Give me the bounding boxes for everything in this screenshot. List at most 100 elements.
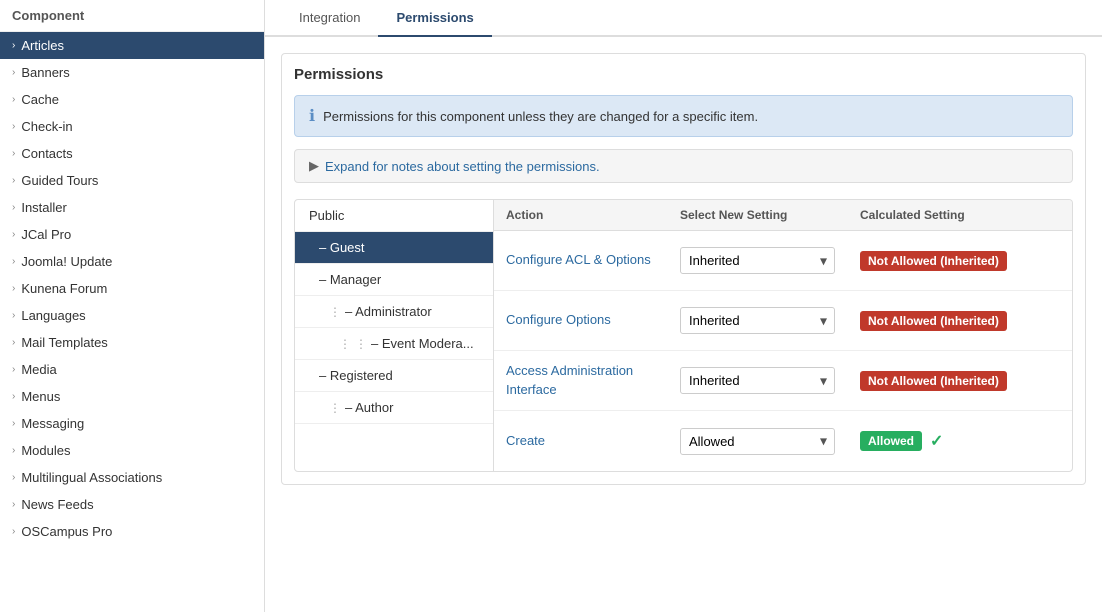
perm-select-cell: Inherited Allowed Denied bbox=[680, 367, 860, 394]
group-item-guest[interactable]: – Guest bbox=[295, 232, 493, 264]
group-item-manager[interactable]: – Manager bbox=[295, 264, 493, 296]
tab-permissions[interactable]: Permissions bbox=[378, 0, 491, 37]
group-item-registered[interactable]: – Registered bbox=[295, 360, 493, 392]
perm-calculated-cell: Not Allowed (Inherited) bbox=[860, 251, 1060, 271]
sidebar-item-label: Installer bbox=[21, 200, 67, 215]
group-label: – Manager bbox=[319, 272, 381, 287]
sidebar-item-articles[interactable]: ›Articles bbox=[0, 32, 264, 59]
chevron-icon: › bbox=[12, 391, 15, 402]
chevron-icon: › bbox=[12, 40, 15, 51]
sidebar-item-oscampus-pro[interactable]: ›OSCampus Pro bbox=[0, 518, 264, 545]
sidebar-item-modules[interactable]: › Modules bbox=[0, 437, 264, 464]
chevron-icon: › bbox=[12, 526, 15, 537]
perm-table-header: Action Select New Setting Calculated Set… bbox=[494, 200, 1072, 231]
chevron-icon: › bbox=[12, 283, 15, 294]
sidebar-item-label: Banners bbox=[21, 65, 69, 80]
chevron-icon: › bbox=[12, 256, 15, 267]
info-icon: ℹ bbox=[309, 106, 315, 126]
perm-action-label: Create bbox=[506, 432, 680, 450]
sidebar-item-label: Contacts bbox=[21, 146, 72, 161]
sidebar-item-guided-tours[interactable]: ›Guided Tours bbox=[0, 167, 264, 194]
expand-text: Expand for notes about setting the permi… bbox=[325, 159, 600, 174]
sidebar-item-label: Languages bbox=[21, 308, 85, 323]
perm-row-configure-options: Configure Options Inherited Allowed Deni… bbox=[494, 291, 1072, 351]
sidebar-item-checkin[interactable]: ›Check-in bbox=[0, 113, 264, 140]
group-label: – Guest bbox=[319, 240, 365, 255]
group-item-administrator[interactable]: ⋮ – Administrator bbox=[295, 296, 493, 328]
perm-calculated-cell: Not Allowed (Inherited) bbox=[860, 311, 1060, 331]
perm-row-create: Create Inherited Allowed Denied Allowed … bbox=[494, 411, 1072, 471]
perm-row-configure-acl: Configure ACL & Options Inherited Allowe… bbox=[494, 231, 1072, 291]
perm-action-label: Configure Options bbox=[506, 311, 680, 329]
sidebar-item-languages[interactable]: › Languages bbox=[0, 302, 264, 329]
chevron-icon: › bbox=[12, 364, 15, 375]
sidebar-item-mail-templates[interactable]: ›Mail Templates bbox=[0, 329, 264, 356]
sidebar-item-label: Menus bbox=[21, 389, 60, 404]
perm-setting-select[interactable]: Inherited Allowed Denied bbox=[680, 428, 835, 455]
perm-select-cell: Inherited Allowed Denied bbox=[680, 428, 860, 455]
group-label: – Administrator bbox=[345, 304, 432, 319]
perm-select-cell: Inherited Allowed Denied bbox=[680, 307, 860, 334]
sidebar-item-menus[interactable]: › Menus bbox=[0, 383, 264, 410]
group-item-public[interactable]: Public bbox=[295, 200, 493, 232]
chevron-icon: › bbox=[12, 148, 15, 159]
permissions-table: Action Select New Setting Calculated Set… bbox=[494, 199, 1073, 472]
permissions-box: Permissions ℹ Permissions for this compo… bbox=[281, 53, 1086, 485]
perm-dropdown-wrapper: Inherited Allowed Denied bbox=[680, 247, 835, 274]
chevron-icon: › bbox=[12, 445, 15, 456]
content-area: Permissions ℹ Permissions for this compo… bbox=[265, 37, 1102, 612]
calculated-badge: Not Allowed (Inherited) bbox=[860, 311, 1007, 331]
perm-select-cell: Inherited Allowed Denied bbox=[680, 247, 860, 274]
expand-bar[interactable]: ▶ Expand for notes about setting the per… bbox=[294, 149, 1073, 183]
chevron-icon: › bbox=[12, 337, 15, 348]
sidebar-item-media[interactable]: › Media bbox=[0, 356, 264, 383]
chevron-icon: › bbox=[12, 310, 15, 321]
perm-setting-select[interactable]: Inherited Allowed Denied bbox=[680, 367, 835, 394]
chevron-icon: › bbox=[12, 202, 15, 213]
drag-handle-icon: ⋮ bbox=[329, 305, 341, 319]
perm-action-label: Configure ACL & Options bbox=[506, 251, 680, 269]
group-list: Public– Guest– Manager⋮– Administrator⋮⋮… bbox=[294, 199, 494, 472]
sidebar-item-label: Modules bbox=[21, 443, 70, 458]
sidebar-item-multilingual-associations[interactable]: ›Multilingual Associations bbox=[0, 464, 264, 491]
group-item-event-moderator[interactable]: ⋮⋮– Event Modera... bbox=[295, 328, 493, 360]
sidebar-header: Component bbox=[0, 0, 264, 32]
sidebar-item-news-feeds[interactable]: ›News Feeds bbox=[0, 491, 264, 518]
calculated-badge: Not Allowed (Inherited) bbox=[860, 371, 1007, 391]
sidebar-item-messaging[interactable]: ›Messaging bbox=[0, 410, 264, 437]
perm-dropdown-wrapper: Inherited Allowed Denied bbox=[680, 307, 835, 334]
chevron-icon: › bbox=[12, 94, 15, 105]
sidebar-item-label: Multilingual Associations bbox=[21, 470, 162, 485]
group-label: Public bbox=[309, 208, 344, 223]
sidebar-item-installer[interactable]: › Installer bbox=[0, 194, 264, 221]
calculated-badge: Allowed bbox=[860, 431, 922, 451]
chevron-icon: › bbox=[12, 67, 15, 78]
sidebar-item-label: Kunena Forum bbox=[21, 281, 107, 296]
sidebar-item-kunena-forum[interactable]: › Kunena Forum bbox=[0, 275, 264, 302]
sidebar-item-label: Media bbox=[21, 362, 56, 377]
header-action: Action bbox=[506, 208, 680, 222]
perm-setting-select[interactable]: Inherited Allowed Denied bbox=[680, 247, 835, 274]
calculated-badge: Not Allowed (Inherited) bbox=[860, 251, 1007, 271]
perm-row-access-admin: Access Administration Interface Inherite… bbox=[494, 351, 1072, 411]
perm-setting-select[interactable]: Inherited Allowed Denied bbox=[680, 307, 835, 334]
expand-arrow-icon: ▶ bbox=[309, 158, 319, 174]
group-label: – Registered bbox=[319, 368, 393, 383]
tab-integration[interactable]: Integration bbox=[281, 0, 378, 37]
sidebar-item-label: News Feeds bbox=[21, 497, 93, 512]
sidebar-item-label: Check-in bbox=[21, 119, 72, 134]
sidebar-item-jcal-pro[interactable]: ›JCal Pro bbox=[0, 221, 264, 248]
drag-handle-icon: ⋮ bbox=[329, 401, 341, 415]
permissions-title: Permissions bbox=[294, 66, 1073, 83]
sidebar-item-contacts[interactable]: › Contacts bbox=[0, 140, 264, 167]
perm-dropdown-wrapper: Inherited Allowed Denied bbox=[680, 428, 835, 455]
sidebar-item-joomla-update[interactable]: ›Joomla! Update bbox=[0, 248, 264, 275]
group-label: – Event Modera... bbox=[371, 336, 474, 351]
sidebar-item-banners[interactable]: › Banners bbox=[0, 59, 264, 86]
group-item-author[interactable]: ⋮– Author bbox=[295, 392, 493, 424]
main-content: IntegrationPermissions Permissions ℹ Per… bbox=[265, 0, 1102, 612]
tabs-bar: IntegrationPermissions bbox=[265, 0, 1102, 37]
perm-dropdown-wrapper: Inherited Allowed Denied bbox=[680, 367, 835, 394]
sidebar-item-cache[interactable]: ›Cache bbox=[0, 86, 264, 113]
check-mark-icon: ✓ bbox=[930, 431, 943, 451]
